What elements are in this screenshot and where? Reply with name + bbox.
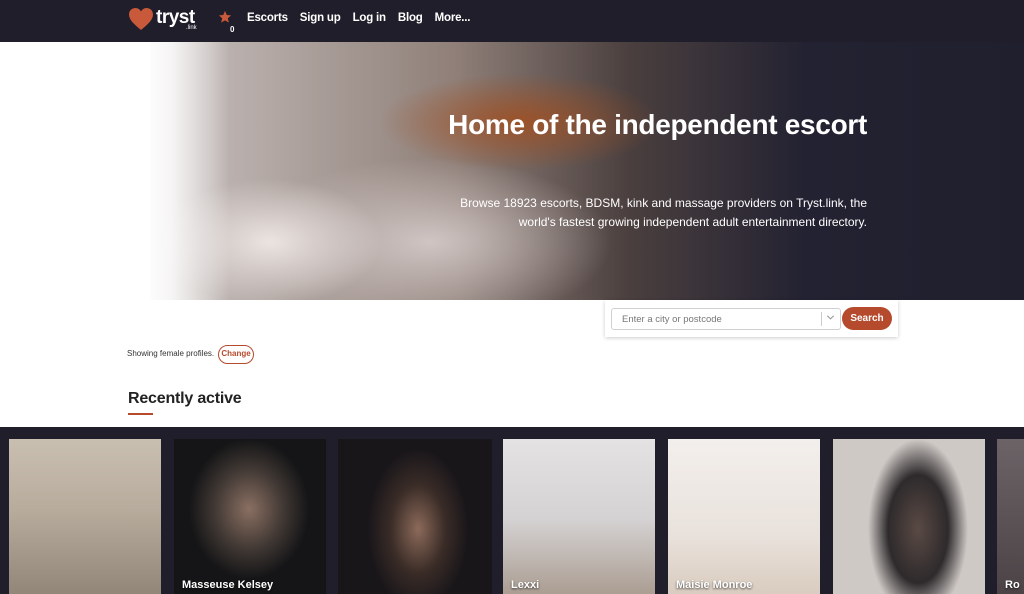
nav-links: Escorts Sign up Log in Blog More...: [247, 12, 482, 24]
profile-card[interactable]: [338, 439, 492, 594]
profile-name: Maisie Monroe: [676, 579, 753, 591]
chevron-down-icon[interactable]: [826, 313, 835, 322]
search-placeholder: Enter a city or postcode: [622, 314, 722, 325]
nav-link-log-in[interactable]: Log in: [353, 12, 386, 24]
tryst-logo[interactable]: tryst .link: [128, 7, 197, 35]
profile-card[interactable]: Ro: [997, 439, 1024, 594]
section-underline: [128, 413, 153, 415]
profile-card[interactable]: [9, 439, 161, 594]
profile-card[interactable]: [833, 439, 985, 594]
hero-title: Home of the independent escort: [448, 109, 867, 140]
section-title: Recently active: [128, 390, 242, 407]
profile-card[interactable]: Masseuse Kelsey: [174, 439, 326, 594]
recently-active-carousel: Masseuse Kelsey Lexxi Maisie Monroe Ro: [0, 427, 1024, 594]
favorites-button[interactable]: 0: [216, 10, 238, 36]
favorites-count: 0: [230, 25, 235, 34]
showing-profiles-text: Showing female profiles.: [127, 349, 215, 358]
profile-name: Masseuse Kelsey: [182, 579, 274, 591]
nav-link-escorts[interactable]: Escorts: [247, 12, 288, 24]
nav-link-blog[interactable]: Blog: [398, 12, 423, 24]
nav-link-sign-up[interactable]: Sign up: [300, 12, 341, 24]
nav-link-more[interactable]: More...: [435, 12, 471, 24]
hero-banner: Home of the independent escort Browse 18…: [0, 42, 1024, 300]
logo-subtext: .link: [186, 25, 197, 31]
profile-name: Lexxi: [511, 579, 540, 591]
search-button[interactable]: Search: [842, 307, 892, 330]
profile-card[interactable]: Lexxi: [503, 439, 655, 594]
hero-image: [150, 42, 1024, 300]
dropdown-divider: [821, 312, 822, 326]
city-search-input[interactable]: Enter a city or postcode: [611, 308, 841, 330]
heart-logo-icon: [129, 8, 153, 30]
change-filter-button[interactable]: Change: [218, 345, 254, 364]
star-icon: [218, 10, 232, 23]
profile-name: Ro: [1005, 579, 1020, 591]
location-search: Enter a city or postcode Search: [605, 300, 898, 337]
hero-description: Browse 18923 escorts, BDSM, kink and mas…: [460, 196, 867, 229]
profile-card[interactable]: Maisie Monroe: [668, 439, 820, 594]
top-navbar: tryst .link 0 Escorts Sign up Log in Blo…: [0, 0, 1024, 42]
hero-fade: [140, 42, 230, 300]
